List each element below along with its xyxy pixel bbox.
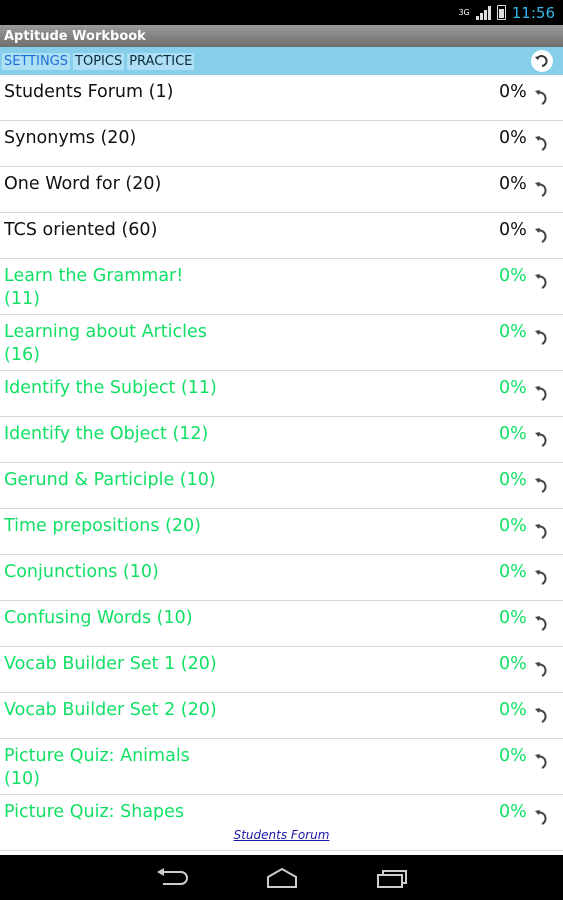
topic-progress: 0% [499,700,527,720]
clock: 11:56 [511,3,555,22]
back-button[interactable] [152,863,192,893]
topic-label: Synonyms (20) [4,128,137,148]
recent-apps-button[interactable] [372,863,412,893]
tab-bar: SETTINGS TOPICS PRACTICE [0,47,563,75]
go-arrow-icon[interactable] [533,383,553,403]
status-bar: 3G 11:56 [0,0,563,25]
go-arrow-icon[interactable] [533,87,553,107]
students-forum-link[interactable]: Students Forum [0,828,563,842]
topic-progress: 0% [499,516,527,536]
go-arrow-icon[interactable] [533,705,553,725]
topic-progress: 0% [499,378,527,398]
home-button[interactable] [262,863,302,893]
topic-progress: 0% [499,746,527,766]
go-arrow-icon[interactable] [533,225,553,245]
topic-row[interactable]: TCS oriented (60) 0% [0,213,563,259]
topic-progress: 0% [499,128,527,148]
navigation-bar [0,855,563,900]
topic-row[interactable]: Vocab Builder Set 2 (20) 0% [0,693,563,739]
topic-label: TCS oriented (60) [4,220,158,240]
topic-progress: 0% [499,174,527,194]
topic-label: Confusing Words (10) [4,608,193,628]
topic-progress: 0% [499,654,527,674]
topic-row[interactable]: Identify the Object (12) 0% [0,417,563,463]
go-arrow-icon[interactable] [533,659,553,679]
signal-icon [475,5,491,20]
go-arrow-icon[interactable] [533,475,553,495]
topic-progress: 0% [499,322,527,342]
topic-row[interactable]: Gerund & Participle (10) 0% [0,463,563,509]
refresh-button[interactable] [531,50,553,72]
go-arrow-icon[interactable] [533,521,553,541]
topic-progress: 0% [499,220,527,240]
topic-progress: 0% [499,470,527,490]
topic-progress: 0% [499,266,527,286]
go-arrow-icon[interactable] [533,133,553,153]
topic-row[interactable]: Picture Quiz: Shapes 0% [0,795,563,851]
topic-row[interactable]: One Word for (20) 0% [0,167,563,213]
topic-progress: 0% [499,424,527,444]
tab-topics[interactable]: TOPICS [73,52,125,70]
topic-label: Learn the Grammar! (11) [4,266,184,309]
topic-row[interactable]: Students Forum (1) 0% [0,75,563,121]
topic-progress: 0% [499,802,527,822]
tab-settings[interactable]: SETTINGS [2,52,71,70]
go-arrow-icon[interactable] [533,327,553,347]
topic-list: Students Forum (1) 0% Synonyms (20) 0% One W… [0,75,563,855]
go-arrow-icon[interactable] [533,751,553,771]
go-arrow-icon[interactable] [533,613,553,633]
back-icon [156,867,188,885]
recent-apps-icon [376,869,407,888]
topic-row[interactable]: Vocab Builder Set 1 (20) 0% [0,647,563,693]
topic-label: Identify the Object (12) [4,424,209,444]
topic-row[interactable]: Conjunctions (10) 0% [0,555,563,601]
topic-progress: 0% [499,82,527,102]
topic-label: Learning about Articles (16) [4,322,207,365]
topic-label: Vocab Builder Set 2 (20) [4,700,217,720]
topic-row[interactable]: Picture Quiz: Animals (10) 0% [0,739,563,795]
topic-progress: 0% [499,608,527,628]
topic-label: Students Forum (1) [4,82,174,102]
refresh-icon [535,55,548,67]
topic-row[interactable]: Learning about Articles (16) 0% [0,315,563,371]
go-arrow-icon[interactable] [533,429,553,449]
tab-practice[interactable]: PRACTICE [127,52,195,70]
network-type: 3G [458,8,470,17]
app-title: Aptitude Workbook [4,28,146,44]
topic-label: Gerund & Participle (10) [4,470,216,490]
topic-label: One Word for (20) [4,174,162,194]
battery-icon [496,5,506,20]
topic-label: Time prepositions (20) [4,516,201,536]
topic-row[interactable]: Synonyms (20) 0% [0,121,563,167]
topic-label: Vocab Builder Set 1 (20) [4,654,217,674]
topic-row[interactable]: Learn the Grammar! (11) 0% [0,259,563,315]
topic-label: Picture Quiz: Shapes [4,802,185,822]
topic-row[interactable]: Identify the Subject (11) 0% [0,371,563,417]
topic-label: Picture Quiz: Animals (10) [4,746,190,789]
topic-row[interactable]: Time prepositions (20) 0% [0,509,563,555]
go-arrow-icon[interactable] [533,807,553,827]
topic-progress: 0% [499,562,527,582]
topic-label: Conjunctions (10) [4,562,159,582]
app-title-bar: Aptitude Workbook [0,25,563,47]
topic-row[interactable]: Confusing Words (10) 0% [0,601,563,647]
go-arrow-icon[interactable] [533,179,553,199]
go-arrow-icon[interactable] [533,567,553,587]
home-icon [266,867,297,888]
go-arrow-icon[interactable] [533,271,553,291]
topic-label: Identify the Subject (11) [4,378,217,398]
